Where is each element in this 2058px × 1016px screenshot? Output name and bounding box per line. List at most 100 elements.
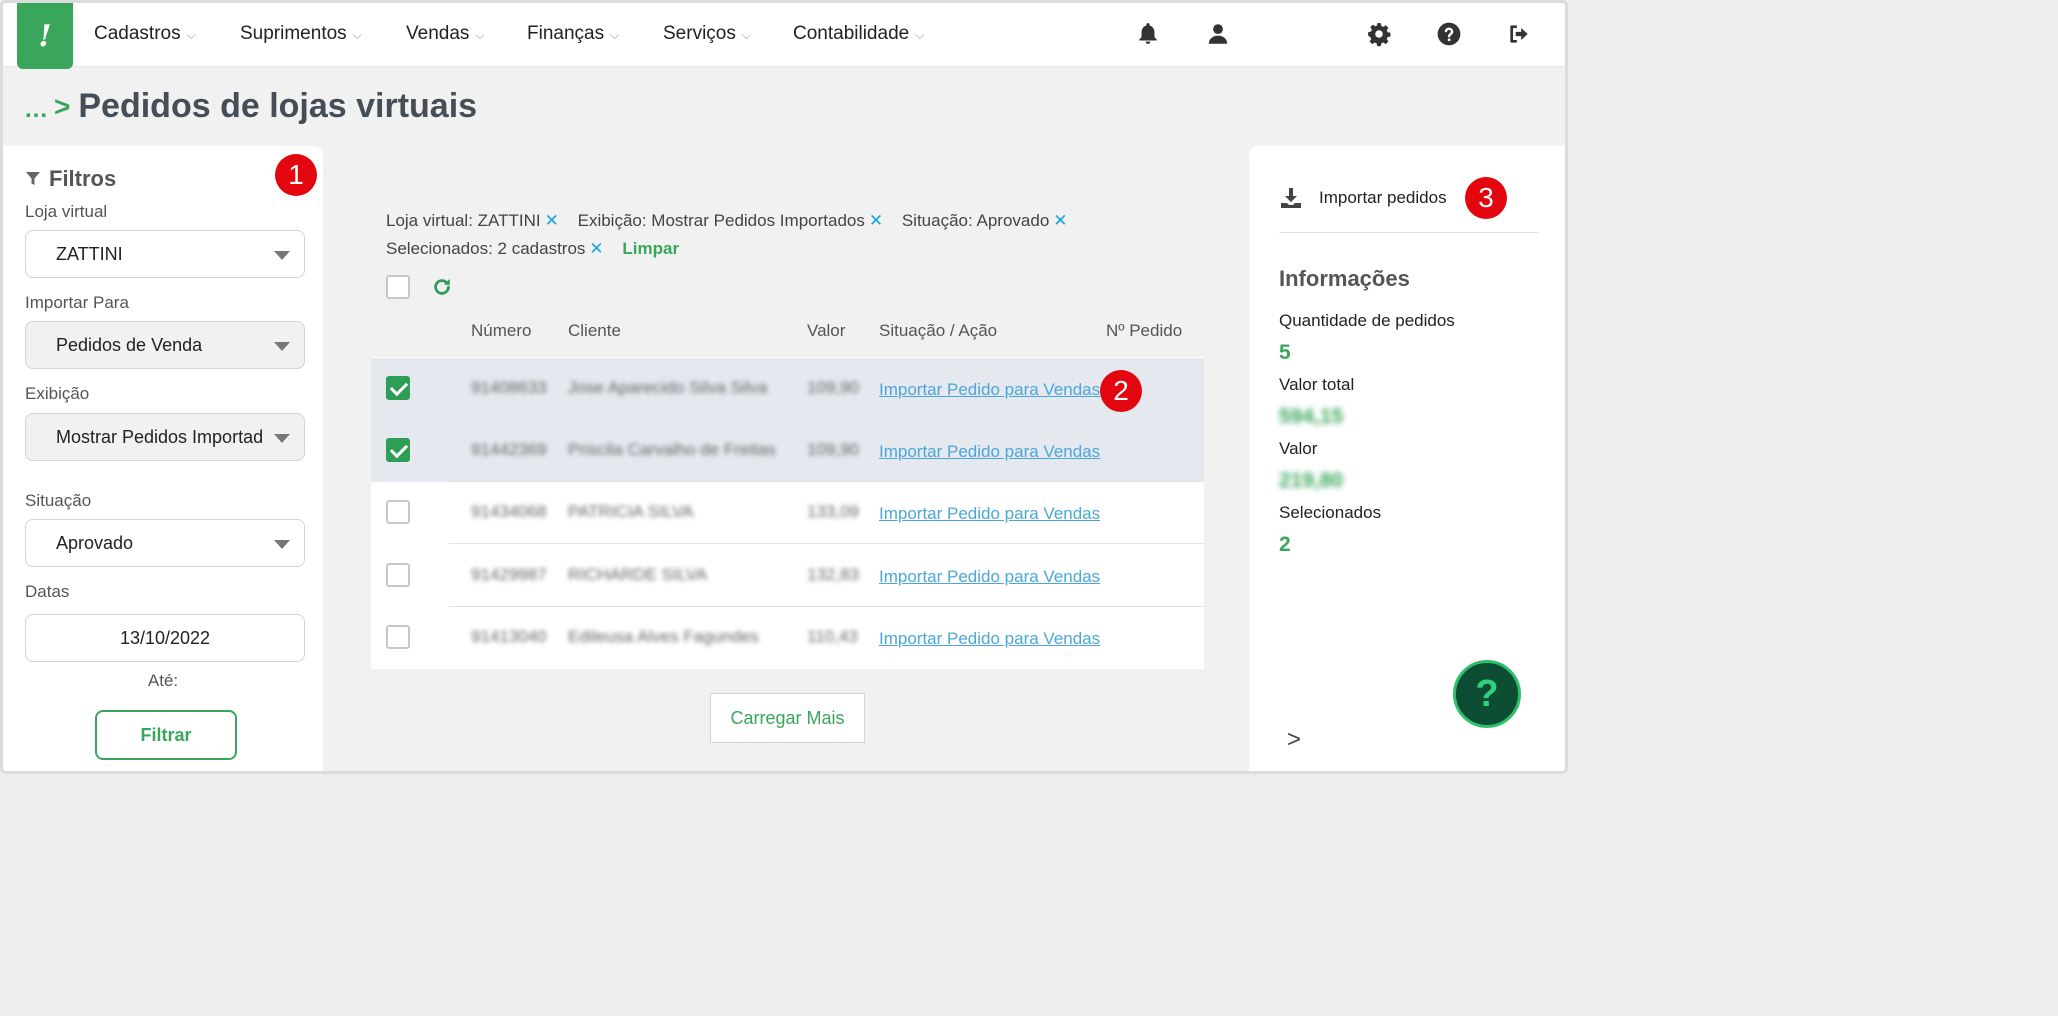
annotation-badge-1: 1 bbox=[275, 154, 317, 196]
limpar-filtros-link[interactable]: Limpar bbox=[622, 239, 679, 258]
download-icon bbox=[1281, 188, 1301, 208]
nav-financas[interactable]: Finanças ⌵ bbox=[527, 23, 619, 45]
loja-virtual-label: Loja virtual bbox=[25, 202, 108, 221]
nav-label: Contabilidade bbox=[793, 23, 910, 44]
importar-pedido-link[interactable]: Importar Pedido para Vendas bbox=[879, 567, 1100, 587]
help-circle-icon[interactable] bbox=[1436, 21, 1462, 47]
row-numero: 91408633 bbox=[471, 378, 547, 397]
importar-para-select[interactable]: Pedidos de Venda bbox=[25, 321, 305, 369]
carregar-mais-button[interactable]: Carregar Mais bbox=[710, 693, 865, 743]
close-icon[interactable]: ✕ bbox=[1053, 211, 1067, 230]
chip-text: Selecionados: 2 cadastros bbox=[386, 239, 586, 258]
valor-value: 219,80 bbox=[1279, 469, 1344, 492]
breadcrumb-ellipsis[interactable]: ... bbox=[25, 96, 48, 124]
annotation-badge-2: 2 bbox=[1100, 370, 1142, 412]
logout-icon[interactable] bbox=[1506, 21, 1532, 47]
row-valor: 109,90 bbox=[807, 378, 859, 397]
app-logo[interactable]: ! bbox=[17, 3, 73, 69]
exibicao-label: Exibição bbox=[25, 384, 90, 403]
chevron-right-icon: > bbox=[54, 90, 71, 122]
datas-label: Datas bbox=[25, 582, 70, 601]
annotation-badge-3: 3 bbox=[1465, 177, 1507, 219]
row-cliente: PATRICIA SILVA bbox=[568, 502, 694, 521]
row-cliente: Priscila Carvalho de Freitas bbox=[568, 440, 776, 459]
active-filters: Loja virtual: ZATTINI ✕ Exibição: Mostrar… bbox=[386, 207, 1206, 263]
row-numero: 91434068 bbox=[471, 502, 547, 521]
row-numero: 91442369 bbox=[471, 440, 547, 459]
caret-down-icon bbox=[274, 434, 290, 443]
importar-pedido-link[interactable]: Importar Pedido para Vendas bbox=[879, 442, 1100, 462]
row-cliente: RICHARDE SILVA bbox=[568, 565, 708, 584]
loja-virtual-select[interactable]: ZATTINI bbox=[25, 230, 305, 278]
quantidade-value: 5 bbox=[1279, 341, 1291, 364]
info-panel: Importar pedidos 3 Informações Quantidad… bbox=[1249, 146, 1565, 771]
row-divider bbox=[449, 543, 1204, 544]
page-title: Pedidos de lojas virtuais bbox=[78, 87, 478, 125]
table-row[interactable]: 91413040 Edileusa Alves Fagundes 110,43 … bbox=[371, 607, 1204, 669]
filter-chip: Situação: Aprovado ✕ bbox=[902, 211, 1068, 230]
row-checkbox[interactable] bbox=[386, 563, 410, 587]
caret-down-icon bbox=[274, 251, 290, 260]
quantidade-label: Quantidade de pedidos bbox=[1279, 311, 1455, 330]
table-row[interactable]: 91434068 PATRICIA SILVA 133,09 Importar … bbox=[371, 482, 1204, 544]
close-icon[interactable]: ✕ bbox=[589, 239, 603, 258]
refresh-icon[interactable] bbox=[431, 276, 453, 298]
data-inicio-input[interactable]: 13/10/2022 bbox=[25, 614, 305, 662]
filter-icon bbox=[26, 172, 40, 185]
nav-label: Serviços bbox=[663, 23, 736, 44]
importar-pedido-link[interactable]: Importar Pedido para Vendas bbox=[879, 504, 1100, 524]
situacao-select[interactable]: Aprovado bbox=[25, 519, 305, 567]
bell-icon[interactable] bbox=[1135, 21, 1161, 47]
nav-suprimentos[interactable]: Suprimentos ⌵ bbox=[240, 23, 362, 45]
importar-pedido-link[interactable]: Importar Pedido para Vendas bbox=[879, 629, 1100, 649]
nav-cadastros[interactable]: Cadastros ⌵ bbox=[94, 23, 196, 45]
row-numero: 91413040 bbox=[471, 627, 547, 646]
expand-panel-icon[interactable]: > bbox=[1287, 726, 1301, 754]
row-cliente: Jose Aparecido Silva Silva bbox=[568, 378, 768, 397]
filter-chip: Loja virtual: ZATTINI ✕ bbox=[386, 211, 559, 230]
select-value: Pedidos de Venda bbox=[56, 334, 203, 355]
row-checkbox[interactable] bbox=[386, 438, 410, 462]
close-icon[interactable]: ✕ bbox=[869, 211, 883, 230]
filters-title: Filtros bbox=[49, 166, 117, 191]
valor-total-label: Valor total bbox=[1279, 375, 1355, 394]
exibicao-select[interactable]: Mostrar Pedidos Importad bbox=[25, 413, 305, 461]
chevron-down-icon: ⌵ bbox=[610, 28, 620, 42]
divider bbox=[1279, 232, 1539, 233]
nav-contabilidade[interactable]: Contabilidade ⌵ bbox=[793, 23, 924, 45]
row-cliente: Edileusa Alves Fagundes bbox=[568, 627, 759, 646]
nav-servicos[interactable]: Serviços ⌵ bbox=[663, 23, 751, 45]
gear-icon[interactable] bbox=[1366, 21, 1392, 47]
select-all-checkbox[interactable] bbox=[386, 275, 410, 299]
importar-pedidos-label: Importar pedidos bbox=[1319, 188, 1447, 207]
col-header-valor: Valor bbox=[807, 321, 846, 340]
filters-panel: Filtros 1 Loja virtual ZATTINI Importar … bbox=[3, 146, 323, 771]
selecionados-value: 2 bbox=[1279, 533, 1291, 556]
filter-chip: Selecionados: 2 cadastros ✕ bbox=[386, 239, 604, 258]
row-checkbox[interactable] bbox=[386, 500, 410, 524]
help-chat-button[interactable]: ? bbox=[1453, 660, 1521, 728]
importar-pedidos-button[interactable]: Importar pedidos bbox=[1279, 186, 1447, 210]
chevron-down-icon: ⌵ bbox=[915, 28, 925, 42]
col-header-situacao: Situação / Ação bbox=[879, 321, 998, 340]
importar-pedido-link[interactable]: Importar Pedido para Vendas bbox=[879, 380, 1100, 400]
valor-label: Valor bbox=[1279, 439, 1318, 458]
chevron-down-icon: ⌵ bbox=[352, 28, 362, 42]
select-value: Mostrar Pedidos Importad bbox=[56, 426, 264, 447]
chip-text: Exibição: Mostrar Pedidos Importados bbox=[577, 211, 865, 230]
table-row[interactable]: 91429987 RICHARDE SILVA 132,83 Importar … bbox=[371, 545, 1204, 607]
filtrar-button[interactable]: Filtrar bbox=[95, 710, 237, 760]
breadcrumb: ... > Pedidos de lojas virtuais bbox=[25, 87, 477, 126]
row-valor: 110,43 bbox=[807, 627, 858, 646]
row-checkbox[interactable] bbox=[386, 376, 410, 400]
table-row[interactable]: 91442369 Priscila Carvalho de Freitas 10… bbox=[371, 420, 1204, 482]
col-header-pedido: Nº Pedido bbox=[1106, 321, 1183, 340]
table-row[interactable]: 91408633 Jose Aparecido Silva Silva 109,… bbox=[371, 358, 1204, 420]
user-icon[interactable] bbox=[1205, 21, 1231, 47]
select-value: Aprovado bbox=[56, 532, 134, 553]
nav-vendas[interactable]: Vendas ⌵ bbox=[406, 23, 485, 45]
app-window: ! Cadastros ⌵ Suprimentos ⌵ Vendas ⌵ Fin… bbox=[0, 0, 1568, 774]
close-icon[interactable]: ✕ bbox=[545, 211, 559, 230]
row-checkbox[interactable] bbox=[386, 625, 410, 649]
row-valor: 132,83 bbox=[807, 565, 859, 584]
